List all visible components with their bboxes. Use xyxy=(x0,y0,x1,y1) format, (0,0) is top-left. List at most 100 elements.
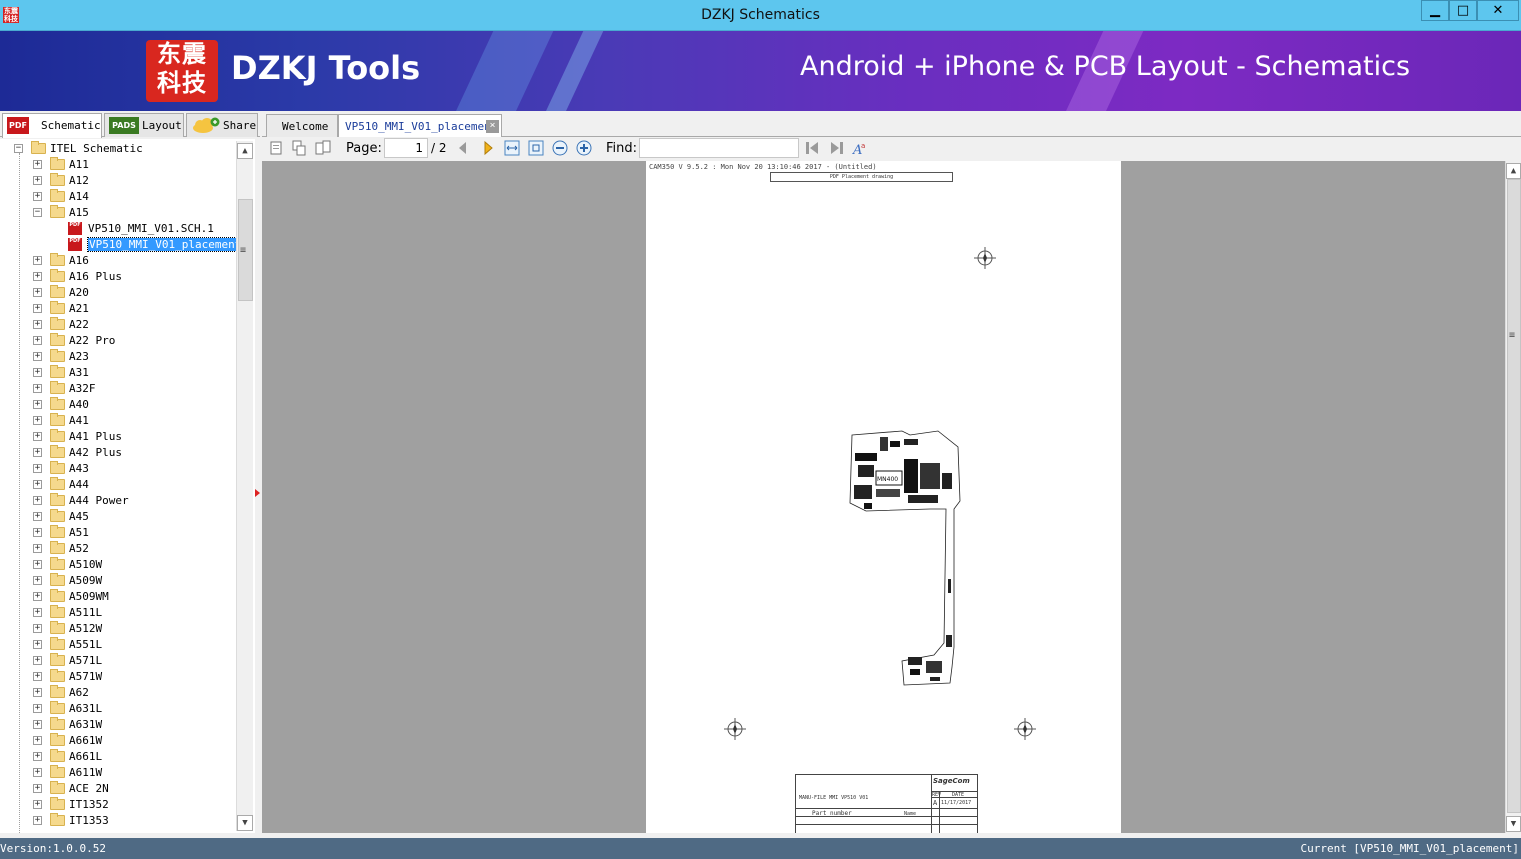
maximize-button[interactable]: □ xyxy=(1449,0,1477,21)
expand-icon[interactable]: + xyxy=(33,320,42,329)
tab-layout[interactable]: PADS Layout xyxy=(104,113,184,137)
tree-folder-item[interactable]: + A51 xyxy=(0,525,236,541)
expand-icon[interactable]: + xyxy=(33,816,42,825)
facing-pages-icon[interactable] xyxy=(315,140,331,156)
tree-folder-item[interactable]: + A611W xyxy=(0,765,236,781)
tree-folder-item[interactable]: + IT1352 xyxy=(0,797,236,813)
tree-folder-item[interactable]: + IT1353 xyxy=(0,813,236,829)
collapse-icon[interactable]: − xyxy=(14,144,23,153)
find-input[interactable] xyxy=(639,138,799,158)
tab-vp510-placement[interactable]: VP510_MMI_V01_placement × xyxy=(338,114,502,138)
expand-icon[interactable]: + xyxy=(33,160,42,169)
expand-icon[interactable]: + xyxy=(33,784,42,793)
find-previous-icon[interactable] xyxy=(804,140,820,156)
expand-icon[interactable]: + xyxy=(33,416,42,425)
tree-file-item[interactable]: PDF VP510_MMI_V01.SCH.1 xyxy=(0,221,236,237)
continuous-page-icon[interactable] xyxy=(291,140,307,156)
expand-icon[interactable]: + xyxy=(33,736,42,745)
tree-folder-item[interactable]: + A511L xyxy=(0,605,236,621)
tree-folder-item[interactable]: + A43 xyxy=(0,461,236,477)
tree-folder-item[interactable]: + A23 xyxy=(0,349,236,365)
expand-icon[interactable]: + xyxy=(33,624,42,633)
tree-folder-item[interactable]: + A44 xyxy=(0,477,236,493)
expand-icon[interactable]: + xyxy=(33,560,42,569)
tree-folder-item[interactable]: + A512W xyxy=(0,621,236,637)
tree-folder-item[interactable]: + A661W xyxy=(0,733,236,749)
expand-icon[interactable]: + xyxy=(33,592,42,601)
expand-icon[interactable]: + xyxy=(33,672,42,681)
tree-folder-item[interactable]: + A14 xyxy=(0,189,236,205)
expand-icon[interactable]: + xyxy=(33,608,42,617)
expand-icon[interactable]: + xyxy=(33,656,42,665)
expand-icon[interactable]: + xyxy=(33,272,42,281)
expand-icon[interactable]: + xyxy=(33,640,42,649)
expand-icon[interactable]: + xyxy=(33,576,42,585)
tree-folder-item[interactable]: + A510W xyxy=(0,557,236,573)
expand-icon[interactable]: + xyxy=(33,704,42,713)
expand-icon[interactable]: + xyxy=(33,384,42,393)
tree-folder-item[interactable]: − A15 xyxy=(0,205,236,221)
tab-share[interactable]: Share xyxy=(186,113,258,137)
find-next-icon[interactable] xyxy=(829,140,845,156)
expand-icon[interactable]: + xyxy=(33,256,42,265)
tab-schematic[interactable]: PDF Schematic xyxy=(2,113,102,138)
tree-folder-item[interactable]: + A32F xyxy=(0,381,236,397)
tree-folder-item[interactable]: + A16 Plus xyxy=(0,269,236,285)
tree-folder-item[interactable]: + A509WM xyxy=(0,589,236,605)
expand-icon[interactable]: + xyxy=(33,336,42,345)
collapse-arrow-icon[interactable] xyxy=(255,489,260,497)
tree-folder-item[interactable]: + A631W xyxy=(0,717,236,733)
tree-folder-item[interactable]: + A22 xyxy=(0,317,236,333)
tab-welcome[interactable]: Welcome xyxy=(266,114,338,137)
expand-icon[interactable]: + xyxy=(33,304,42,313)
fit-width-icon[interactable] xyxy=(504,140,520,156)
scroll-down-icon[interactable]: ▼ xyxy=(237,815,253,831)
tree-folder-item[interactable]: + A11 xyxy=(0,157,236,173)
viewer-scrollbar[interactable]: ▲ ≡ ▼ xyxy=(1505,161,1521,833)
next-page-icon[interactable] xyxy=(480,140,496,156)
expand-icon[interactable]: + xyxy=(33,528,42,537)
expand-icon[interactable]: + xyxy=(33,448,42,457)
scroll-thumb[interactable] xyxy=(1507,179,1521,813)
scroll-up-icon[interactable]: ▲ xyxy=(1506,163,1521,179)
tree-folder-item[interactable]: + ACE 2N xyxy=(0,781,236,797)
tree-folder-item[interactable]: + A41 Plus xyxy=(0,429,236,445)
expand-icon[interactable]: + xyxy=(33,544,42,553)
tree-scrollbar[interactable]: ▲ ≡ ▼ xyxy=(236,141,253,831)
expand-icon[interactable]: + xyxy=(33,800,42,809)
expand-icon[interactable]: + xyxy=(33,192,42,201)
expand-icon[interactable]: + xyxy=(33,400,42,409)
tree-folder-item[interactable]: + A41 xyxy=(0,413,236,429)
expand-icon[interactable]: + xyxy=(33,688,42,697)
tree-folder-item[interactable]: + A631L xyxy=(0,701,236,717)
expand-icon[interactable]: + xyxy=(33,176,42,185)
expand-icon[interactable]: + xyxy=(33,512,42,521)
fit-page-icon[interactable] xyxy=(528,140,544,156)
scroll-down-icon[interactable]: ▼ xyxy=(1506,816,1521,832)
tree-folder-item[interactable]: + A12 xyxy=(0,173,236,189)
page-number-input[interactable]: 1 xyxy=(384,138,428,158)
close-tab-icon[interactable]: × xyxy=(486,120,499,133)
tree-folder-item[interactable]: + A45 xyxy=(0,509,236,525)
zoom-out-icon[interactable] xyxy=(552,140,568,156)
expand-icon[interactable]: + xyxy=(33,768,42,777)
tree-folder-item[interactable]: + A509W xyxy=(0,573,236,589)
tree-folder-item[interactable]: + A40 xyxy=(0,397,236,413)
expand-icon[interactable]: + xyxy=(33,368,42,377)
collapse-icon[interactable]: − xyxy=(33,208,42,217)
tree-folder-item[interactable]: + A22 Pro xyxy=(0,333,236,349)
tree-folder-item[interactable]: + A571L xyxy=(0,653,236,669)
expand-icon[interactable]: + xyxy=(33,480,42,489)
expand-icon[interactable]: + xyxy=(33,496,42,505)
tree-folder-item[interactable]: + A20 xyxy=(0,285,236,301)
close-button[interactable]: ✕ xyxy=(1477,0,1519,21)
single-page-icon[interactable] xyxy=(268,140,284,156)
minimize-button[interactable]: ▁ xyxy=(1421,0,1449,21)
tree-folder-item[interactable]: + A52 xyxy=(0,541,236,557)
expand-icon[interactable]: + xyxy=(33,720,42,729)
tree-folder-item[interactable]: + A21 xyxy=(0,301,236,317)
previous-page-icon[interactable] xyxy=(455,140,471,156)
tree-folder-item[interactable]: + A551L xyxy=(0,637,236,653)
panel-splitter[interactable] xyxy=(255,139,262,833)
zoom-in-icon[interactable] xyxy=(576,140,592,156)
